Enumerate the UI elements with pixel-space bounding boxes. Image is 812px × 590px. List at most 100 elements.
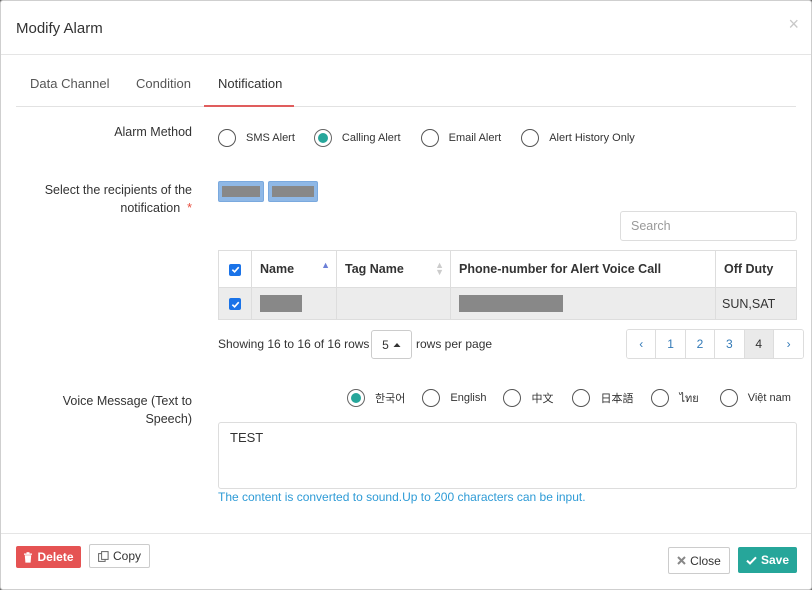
column-tag-label: Tag Name xyxy=(345,262,404,276)
radio-dot xyxy=(218,129,236,147)
required-mark: * xyxy=(187,201,192,215)
radio-alert-history-only[interactable]: Alert History Only xyxy=(521,129,635,147)
radio-label: Alert History Only xyxy=(549,132,635,144)
table-row[interactable]: SUN,SAT xyxy=(218,287,797,320)
caret-up-icon xyxy=(393,342,401,347)
language-options: 한국어 English 中文 日本語 ไทย Việt nam xyxy=(347,389,791,407)
radio-dot xyxy=(503,389,522,407)
dialog-footer: Delete Copy Close Save xyxy=(1,533,811,589)
voice-message-label-line1: Voice Message (Text to xyxy=(62,394,192,408)
column-header-off-duty[interactable]: Off Duty xyxy=(715,250,797,288)
column-header-phone[interactable]: Phone-number for Alert Voice Call xyxy=(450,250,716,288)
close-button[interactable]: Close xyxy=(668,547,730,574)
delete-button[interactable]: Delete xyxy=(16,546,81,568)
dialog-header: Modify Alarm × xyxy=(1,1,811,55)
radio-dot-selected xyxy=(347,389,365,407)
voice-message-hint: The content is converted to sound.Up to … xyxy=(218,490,586,504)
search-input[interactable] xyxy=(620,211,797,241)
radio-dot xyxy=(422,389,441,407)
radio-dot xyxy=(651,389,670,407)
redacted-name xyxy=(222,186,260,197)
recipients-table: Name ▲ Tag Name ▲ ▼ Phone-number for Aler… xyxy=(218,250,797,320)
radio-email-alert[interactable]: Email Alert xyxy=(420,129,502,147)
select-all-header xyxy=(218,250,252,288)
radio-label: Calling Alert xyxy=(341,132,401,144)
radio-lang-english[interactable]: English xyxy=(422,389,486,407)
save-button[interactable]: Save xyxy=(738,547,797,573)
voice-message-label-line2: Speech) xyxy=(145,412,192,426)
recipients-label-text: notification xyxy=(120,201,181,215)
sort-both-icon: ▲ ▼ xyxy=(435,260,444,277)
table-header-row: Name ▲ Tag Name ▲ ▼ Phone-number for Aler… xyxy=(218,250,797,288)
delete-button-label: Delete xyxy=(37,550,74,564)
radio-lang-vietnamese[interactable]: Việt nam xyxy=(719,389,791,407)
check-icon xyxy=(231,301,239,308)
sort-asc-icon: ▲ xyxy=(321,260,330,270)
radio-label: Email Alert xyxy=(448,132,502,144)
radio-dot xyxy=(572,389,591,407)
radio-label: 中文 xyxy=(531,393,554,405)
tab-data-channel[interactable]: Data Channel xyxy=(16,55,124,107)
radio-lang-japanese[interactable]: 日本語 xyxy=(572,389,633,407)
column-header-name[interactable]: Name ▲ xyxy=(251,250,337,288)
pagination: ‹ 1 2 3 4 › xyxy=(626,329,805,359)
redacted-name xyxy=(260,295,302,312)
recipient-chip[interactable] xyxy=(268,181,318,202)
pagination-info: Showing 16 to 16 of 16 rows xyxy=(218,337,370,351)
row-select-cell xyxy=(218,287,252,320)
radio-label: SMS Alert xyxy=(246,132,295,144)
check-icon xyxy=(231,266,239,274)
recipients-label: Select the recipients of the notificatio… xyxy=(21,181,192,217)
cell-off-duty: SUN,SAT xyxy=(715,287,797,320)
page-button-2[interactable]: 2 xyxy=(685,330,716,358)
rows-per-page-dropdown[interactable]: 5 xyxy=(371,330,412,359)
trash-icon xyxy=(24,551,33,563)
recipients-label-line2: notification * xyxy=(21,199,192,217)
redacted-name xyxy=(272,186,314,197)
radio-label: 日本語 xyxy=(600,393,634,405)
radio-label: Việt nam xyxy=(747,392,791,404)
tab-notification[interactable]: Notification xyxy=(204,55,294,107)
column-header-tag-name[interactable]: Tag Name ▲ ▼ xyxy=(336,250,451,288)
radio-dot-selected xyxy=(313,129,332,147)
page-button-1[interactable]: 1 xyxy=(656,330,686,358)
close-icon[interactable]: × xyxy=(788,14,799,35)
copy-button[interactable]: Copy xyxy=(89,544,150,568)
close-icon xyxy=(677,556,686,565)
radio-dot xyxy=(420,129,439,147)
voice-message-textarea[interactable]: TEST xyxy=(218,422,797,489)
page-button-4[interactable]: 4 xyxy=(744,330,774,358)
alarm-method-options: SMS Alert Calling Alert Email Alert Aler… xyxy=(218,129,635,147)
page-next-button[interactable]: › xyxy=(773,330,804,358)
radio-label: ไทย xyxy=(679,393,699,405)
radio-sms-alert[interactable]: SMS Alert xyxy=(218,129,295,147)
tab-bar: Data Channel Condition Notification xyxy=(16,55,796,107)
tab-condition[interactable]: Condition xyxy=(122,55,205,107)
radio-lang-korean[interactable]: 한국어 xyxy=(347,389,405,407)
recipients-label-line1: Select the recipients of the xyxy=(44,183,192,197)
select-all-checkbox[interactable] xyxy=(229,263,241,276)
voice-message-label: Voice Message (Text to Speech) xyxy=(31,392,192,428)
copy-icon xyxy=(98,550,109,562)
copy-button-label: Copy xyxy=(112,549,141,563)
cell-name xyxy=(251,287,337,320)
column-name-label: Name xyxy=(260,262,295,276)
dialog-title: Modify Alarm xyxy=(16,20,103,37)
radio-label: English xyxy=(450,392,487,404)
row-checkbox[interactable] xyxy=(229,298,241,311)
rows-per-page-value: 5 xyxy=(382,337,389,352)
cell-tag-name xyxy=(336,287,451,320)
redacted-phone xyxy=(459,295,563,312)
modify-alarm-dialog: Modify Alarm × Data Channel Condition No… xyxy=(0,0,812,590)
radio-dot xyxy=(521,129,540,147)
radio-lang-chinese[interactable]: 中文 xyxy=(503,389,553,407)
close-button-label: Close xyxy=(690,553,721,568)
radio-label: 한국어 xyxy=(375,393,406,405)
save-button-label: Save xyxy=(760,553,790,567)
radio-lang-thai[interactable]: ไทย xyxy=(651,389,699,407)
radio-calling-alert[interactable]: Calling Alert xyxy=(313,129,401,147)
page-button-3[interactable]: 3 xyxy=(715,330,745,358)
check-icon xyxy=(746,556,757,565)
page-prev-button[interactable]: ‹ xyxy=(627,330,657,358)
recipient-chip[interactable] xyxy=(218,181,264,202)
